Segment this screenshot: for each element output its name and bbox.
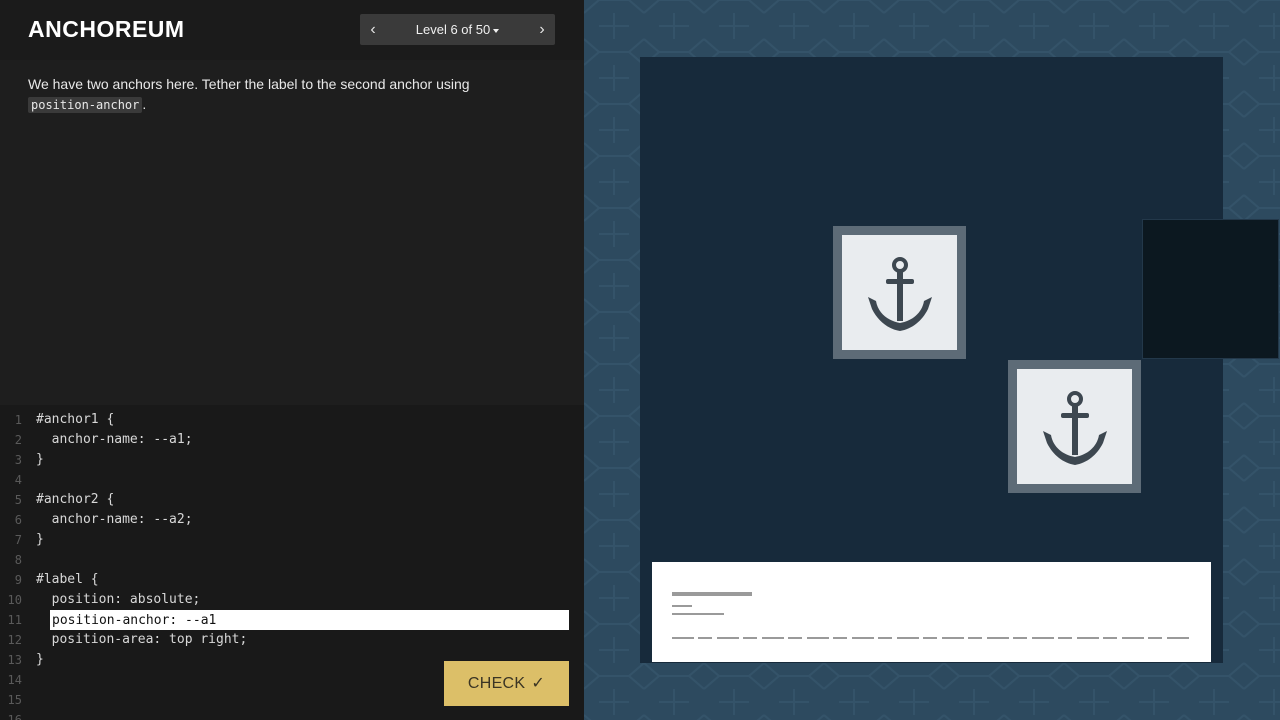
line-number: 9 <box>14 573 22 587</box>
code-line: 10 position: absolute; <box>0 590 584 610</box>
chevron-left-icon[interactable]: ‹ <box>360 14 386 45</box>
line-number: 10 <box>7 593 22 607</box>
code-line: 6 anchor-name: --a2; <box>0 510 584 530</box>
line-number: 6 <box>14 513 22 527</box>
label-placeholder-line <box>672 592 752 596</box>
caret-down-icon <box>493 28 500 33</box>
line-number: 5 <box>14 493 22 507</box>
code-line: 2 anchor-name: --a1; <box>0 430 584 450</box>
code-text: anchor-name: --a1; <box>36 432 193 447</box>
anchor1-inner <box>842 235 957 350</box>
preview-panel <box>584 0 1280 720</box>
label-placeholder-line <box>672 613 724 615</box>
line-number: 7 <box>14 533 22 547</box>
line-number: 3 <box>14 453 22 467</box>
line-number: 8 <box>14 553 22 567</box>
target-outline <box>1142 219 1279 359</box>
anchor-icon <box>1043 391 1107 465</box>
label-card <box>652 562 1211 662</box>
app-logo: ANCHOREUM <box>28 16 185 42</box>
code-text: #anchor2 { <box>36 492 115 507</box>
level-label: Level 6 of 50 <box>415 22 491 37</box>
anchor2-tile <box>1008 360 1141 493</box>
code-text: position: absolute; <box>36 592 201 607</box>
code-line: 9 #label { <box>0 570 584 590</box>
line-number: 1 <box>14 413 22 427</box>
code-line: 1 #anchor1 { <box>0 410 584 430</box>
code-text: position-area: top right; <box>36 632 248 647</box>
code-line: 3 } <box>0 450 584 470</box>
code-line: 7 } <box>0 530 584 550</box>
code-line: 16 <box>0 710 584 720</box>
anchor1-tile <box>833 226 966 359</box>
code-line: 8 <box>0 550 584 570</box>
line-number: 12 <box>7 633 22 647</box>
anchor2-inner <box>1017 369 1132 484</box>
label-placeholder-dashes <box>672 637 1192 639</box>
line-number: 4 <box>14 473 22 487</box>
line-number: 15 <box>7 693 22 707</box>
code-text: #label { <box>36 572 99 587</box>
level-navigator: ‹ Level 6 of 50 › <box>360 14 555 45</box>
code-line: 5 #anchor2 { <box>0 490 584 510</box>
instructions-code: position-anchor <box>28 97 143 113</box>
anchor-icon <box>868 257 932 331</box>
instructions-period: . <box>142 96 147 112</box>
chevron-right-icon[interactable]: › <box>529 14 555 45</box>
level-instructions: We have two anchors here. Tether the lab… <box>28 74 548 115</box>
level-select-dropdown[interactable]: Level 6 of 50 <box>390 14 525 45</box>
line-number: 16 <box>7 713 22 720</box>
code-text: anchor-name: --a2; <box>36 512 193 527</box>
code-line: 4 <box>0 470 584 490</box>
check-button-label: CHECK <box>467 675 526 692</box>
instructions-text: We have two anchors here. Tether the lab… <box>28 76 470 92</box>
code-text: #anchor1 { <box>36 412 115 427</box>
check-button[interactable]: CHECK ✓ <box>444 661 569 706</box>
left-panel: ANCHOREUM ‹ Level 6 of 50 › We have two … <box>0 0 584 720</box>
code-text: } <box>36 652 44 667</box>
code-text: } <box>36 532 44 547</box>
code-line-editable: 11 <box>0 610 584 630</box>
top-bar: ANCHOREUM ‹ Level 6 of 50 › <box>0 0 584 60</box>
checkmark-icon: ✓ <box>531 675 546 692</box>
code-input-field[interactable] <box>50 610 569 630</box>
line-number: 11 <box>7 613 22 627</box>
line-number: 13 <box>7 653 22 667</box>
label-placeholder-line <box>672 605 692 607</box>
line-number: 2 <box>14 433 22 447</box>
code-line: 12 position-area: top right; <box>0 630 584 650</box>
line-number: 14 <box>7 673 22 687</box>
code-text: } <box>36 452 44 467</box>
